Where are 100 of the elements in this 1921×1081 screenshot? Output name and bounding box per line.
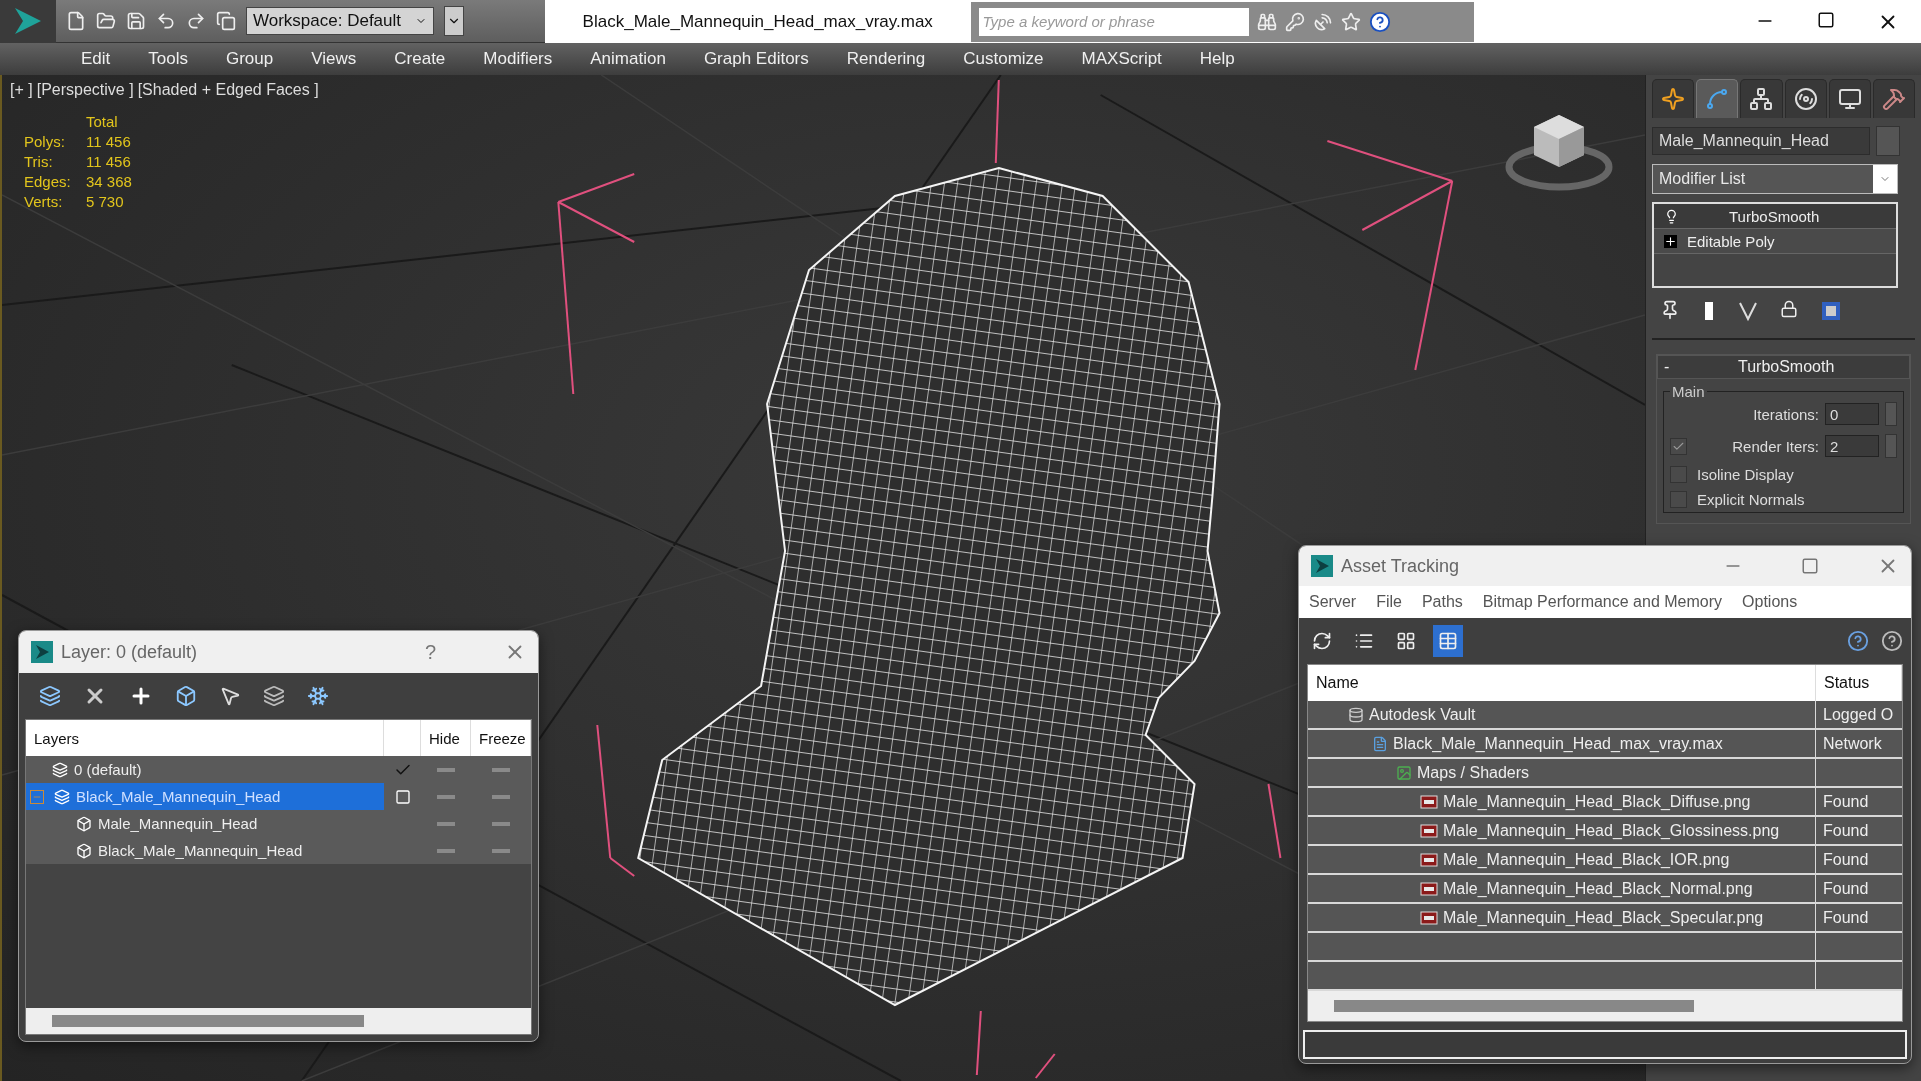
- open-folder-icon[interactable]: [96, 11, 116, 31]
- layer-item[interactable]: Male_Mannequin_Head: [26, 810, 384, 837]
- expand-icon[interactable]: [1664, 234, 1677, 248]
- layers-icon[interactable]: [263, 685, 285, 707]
- help-button[interactable]: ?: [424, 640, 436, 664]
- redo-icon[interactable]: [186, 11, 206, 31]
- app-logo-icon[interactable]: [0, 0, 56, 43]
- menu-item[interactable]: Customize: [944, 49, 1063, 69]
- viewport-label[interactable]: [+ ]: [10, 81, 33, 99]
- configure-icon[interactable]: [1820, 300, 1842, 322]
- star-icon[interactable]: [1340, 11, 1361, 32]
- menu-item[interactable]: Modifiers: [464, 49, 572, 69]
- asset-item[interactable]: Autodesk Vault: [1308, 701, 1816, 730]
- snowflake-icon[interactable]: [307, 685, 329, 707]
- layer-item[interactable]: Black_Male_Mannequin_Head: [26, 783, 384, 810]
- scrollbar-thumb[interactable]: [1334, 1000, 1694, 1012]
- menu-item[interactable]: Tools: [129, 49, 207, 69]
- menu-item[interactable]: Help: [1180, 49, 1254, 69]
- rollout-header[interactable]: - TurboSmooth: [1657, 355, 1910, 379]
- column-header[interactable]: Status: [1816, 665, 1902, 701]
- asset-item[interactable]: Male_Mannequin_Head_Black_IOR.png: [1308, 846, 1816, 875]
- starburst-tab[interactable]: [1652, 79, 1695, 118]
- menu-item[interactable]: Paths: [1421, 593, 1463, 611]
- column-header[interactable]: Freeze: [471, 720, 531, 756]
- scrollbar-thumb[interactable]: [52, 1015, 364, 1027]
- spinner-field[interactable]: 2: [1825, 435, 1879, 457]
- monitor-tab[interactable]: [1828, 79, 1871, 118]
- save-icon[interactable]: [126, 11, 146, 31]
- asset-item[interactable]: Black_Male_Mannequin_Head_max_vray.max: [1308, 730, 1816, 759]
- key-icon[interactable]: [1284, 11, 1305, 32]
- checkbox[interactable]: [1670, 437, 1687, 455]
- hammer-tab[interactable]: [1872, 79, 1916, 118]
- menu-item[interactable]: Animation: [571, 49, 685, 69]
- lock-icon[interactable]: [1780, 300, 1798, 318]
- table-button[interactable]: [1433, 625, 1463, 657]
- freeze-toggle[interactable]: [492, 794, 510, 799]
- layer-item[interactable]: 0 (default): [26, 756, 384, 783]
- image-file-icon: [1420, 822, 1438, 839]
- project-icon[interactable]: [216, 11, 236, 31]
- menu-item[interactable]: Rendering: [827, 49, 945, 69]
- help-icon[interactable]: [1847, 630, 1869, 652]
- binoculars-icon[interactable]: [1256, 11, 1277, 32]
- viewport-label[interactable]: [Shaded + Edged Faces ]: [137, 81, 319, 99]
- menu-item[interactable]: Edit: [62, 49, 130, 69]
- menu-item[interactable]: Graph Editors: [684, 49, 828, 69]
- help-icon[interactable]: [1881, 630, 1903, 652]
- search-field[interactable]: Type a keyword or phrase: [978, 7, 1249, 36]
- menu-item[interactable]: Create: [375, 49, 465, 69]
- menu-item[interactable]: Views: [292, 49, 376, 69]
- menu-item[interactable]: MAXScript: [1062, 49, 1181, 69]
- menu-item[interactable]: Server: [1309, 593, 1357, 611]
- bounding-box-edge: [975, 1010, 982, 1076]
- menu-item[interactable]: File: [1376, 593, 1402, 611]
- spinner-field[interactable]: 0: [1825, 403, 1879, 425]
- new-file-icon[interactable]: [66, 11, 86, 31]
- asset-item[interactable]: Male_Mannequin_Head_Black_Normal.png: [1308, 875, 1816, 904]
- column-header[interactable]: Name: [1308, 665, 1816, 701]
- box-icon[interactable]: [175, 685, 197, 707]
- status-text: Network: [1816, 730, 1902, 759]
- satellite-dish-icon[interactable]: [1312, 11, 1333, 32]
- column-header[interactable]: Layers: [26, 720, 384, 756]
- undo-icon[interactable]: [156, 11, 176, 31]
- workspace-dropdown[interactable]: Workspace: Default: [246, 7, 434, 35]
- image-file-icon: [1420, 880, 1438, 897]
- layers-icon[interactable]: [39, 685, 61, 707]
- asset-item[interactable]: Maps / Shaders: [1308, 759, 1816, 788]
- object-name-field[interactable]: Male_Mannequin_Head: [1652, 127, 1870, 155]
- layer-item[interactable]: Black_Male_Mannequin_Head: [26, 837, 384, 864]
- hide-toggle[interactable]: [437, 848, 455, 853]
- input-field[interactable]: [1303, 1030, 1907, 1059]
- stat-label: Edges:: [24, 173, 72, 190]
- hide-toggle[interactable]: [437, 794, 455, 799]
- show-end-result-icon[interactable]: [1702, 300, 1716, 322]
- menu-item[interactable]: Options: [1742, 593, 1798, 611]
- freeze-toggle[interactable]: [492, 848, 510, 853]
- asset-item[interactable]: Male_Mannequin_Head_Black_Glossiness.png: [1308, 817, 1816, 846]
- hide-toggle[interactable]: [437, 767, 455, 772]
- asset-item[interactable]: Male_Mannequin_Head_Black_Specular.png: [1308, 904, 1816, 933]
- maximize-icon[interactable]: [1817, 10, 1835, 29]
- asset-item[interactable]: Male_Mannequin_Head_Black_Diffuse.png: [1308, 788, 1816, 817]
- pointer-icon[interactable]: [219, 685, 241, 707]
- hierarchy-tab[interactable]: [1740, 79, 1783, 118]
- unique-icon[interactable]: [1738, 300, 1758, 322]
- freeze-toggle[interactable]: [492, 767, 510, 772]
- disc-icon: [1793, 87, 1818, 111]
- modifier-list-dropdown[interactable]: Modifier List: [1652, 164, 1898, 194]
- column-header[interactable]: Hide: [421, 720, 471, 756]
- database-icon: [1348, 706, 1364, 723]
- square-icon[interactable]: [394, 788, 411, 805]
- curve-tab[interactable]: [1696, 79, 1739, 118]
- lightbulb-icon[interactable]: [1664, 208, 1679, 224]
- menu-item[interactable]: Group: [207, 49, 293, 69]
- hide-toggle[interactable]: [437, 821, 455, 826]
- viewport-label[interactable]: [Perspective ]: [36, 81, 134, 99]
- freeze-toggle[interactable]: [492, 821, 510, 826]
- help-icon[interactable]: [1368, 10, 1391, 33]
- pin-icon[interactable]: [1660, 300, 1680, 320]
- color-swatch[interactable]: [1876, 126, 1900, 156]
- toolbar-dropdown-button[interactable]: [444, 6, 464, 36]
- disc-tab[interactable]: [1784, 79, 1827, 118]
